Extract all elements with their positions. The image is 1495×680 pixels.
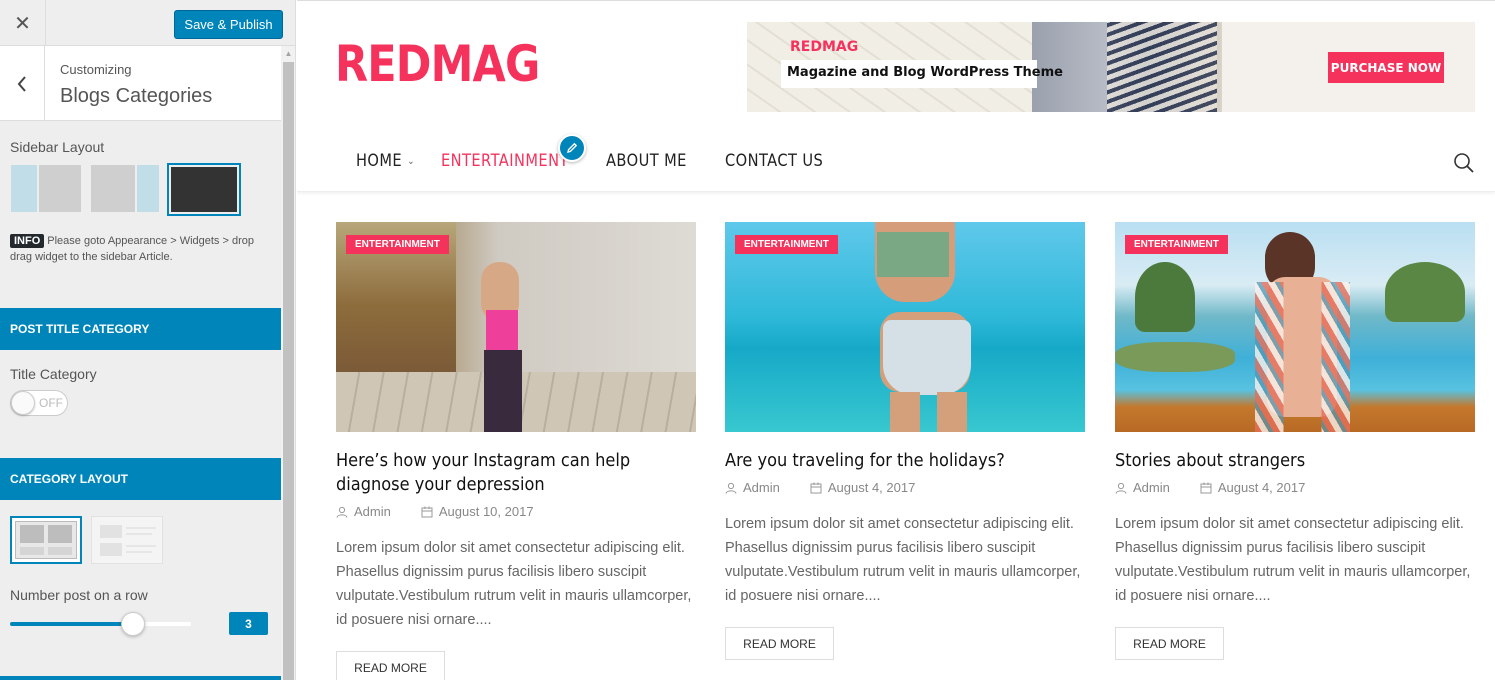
site-preview: REDMAG REDMAG Magazine and Blog WordPres… (297, 0, 1495, 680)
post-excerpt: Lorem ipsum dolor sit amet consectetur a… (336, 540, 692, 628)
post-thumbnail[interactable]: ENTERTAINMENT (725, 222, 1085, 432)
back-button[interactable] (0, 46, 45, 121)
info-message: INFO Please goto Appearance > Widgets > d… (10, 233, 275, 265)
nav-item-label: CONTACT US (725, 151, 824, 171)
user-icon (336, 506, 348, 518)
number-post-label: Number post on a row (10, 587, 148, 603)
nav-item-label: ABOUT ME (606, 151, 687, 171)
post-thumbnail[interactable]: ENTERTAINMENT (336, 222, 696, 432)
customizer-screen: ✕ Save & Publish Customizing Blogs Categ… (0, 0, 1495, 680)
calendar-icon (421, 506, 433, 517)
slider-handle[interactable] (121, 612, 146, 636)
post-excerpt: Lorem ipsum dolor sit amet consectetur a… (725, 516, 1081, 604)
slider-fill (10, 622, 134, 626)
breadcrumb: Customizing (60, 62, 132, 77)
customizer-panel: Customizing Blogs Categories Sidebar Lay… (0, 46, 281, 680)
post-date-wrap: August 10, 2017 (421, 504, 534, 519)
post-title[interactable]: Are you traveling for the holidays? (725, 449, 1085, 473)
section-header: Customizing Blogs Categories (0, 46, 281, 121)
post-author[interactable]: Admin (743, 480, 780, 495)
pencil-icon (567, 142, 578, 153)
layout-option-right-sidebar[interactable] (91, 165, 161, 214)
main-navigation: HOME ⌄ ENTERTAINMENT ABOUT ME CONTACT US (297, 123, 1495, 192)
nav-item-label: HOME (356, 151, 403, 171)
post-title[interactable]: Here’s how your Instagram can help diagn… (336, 449, 696, 497)
post-title[interactable]: Stories about strangers (1115, 449, 1475, 473)
layout-option-no-sidebar[interactable] (167, 163, 241, 216)
toggle-label: OFF (39, 396, 63, 410)
post-meta: Admin August 10, 2017 (336, 504, 534, 519)
post-card: ENTERTAINMENT Are you traveling for the … (725, 222, 1085, 660)
category-layout-heading: CATEGORY LAYOUT (0, 458, 281, 500)
title-category-toggle[interactable]: OFF (10, 390, 68, 416)
purchase-now-button[interactable]: PURCHASE NOW (1328, 52, 1444, 83)
read-more-button[interactable]: READ MORE (725, 627, 834, 660)
post-thumbnail[interactable]: ENTERTAINMENT (1115, 222, 1475, 432)
nav-item-home[interactable]: HOME ⌄ (356, 151, 415, 171)
post-card: ENTERTAINMENT Here’s how your Instagram … (336, 222, 696, 680)
title-category-label: Title Category (10, 366, 97, 382)
banner-bag-image (1107, 22, 1217, 112)
close-icon: ✕ (14, 12, 31, 35)
post-title-category-heading: POST TITLE CATEGORY (0, 308, 281, 350)
scrollbar-thumb[interactable] (283, 62, 294, 680)
toggle-knob (11, 391, 35, 415)
calendar-icon (810, 482, 822, 493)
sidebar-scrollbar[interactable]: ▲ (281, 46, 295, 680)
edit-shortcut-button[interactable] (558, 134, 586, 162)
next-section-heading[interactable] (0, 676, 281, 680)
chevron-left-icon (17, 75, 26, 92)
scroll-up-icon[interactable]: ▲ (281, 46, 295, 60)
post-date-wrap: August 4, 2017 (810, 480, 915, 495)
post-date: August 4, 2017 (1217, 480, 1306, 495)
post-meta: Admin August 4, 2017 (725, 480, 915, 495)
read-more-button[interactable]: READ MORE (1115, 627, 1224, 660)
header-banner-ad[interactable]: REDMAG Magazine and Blog WordPress Theme… (747, 22, 1475, 112)
info-text: Please goto Appearance > Widgets > drop … (10, 235, 254, 263)
post-meta: Admin August 4, 2017 (1115, 480, 1305, 495)
chevron-down-icon: ⌄ (407, 155, 415, 167)
nav-item-about-me[interactable]: ABOUT ME (606, 151, 687, 171)
save-publish-button[interactable]: Save & Publish (174, 10, 283, 39)
post-excerpt: Lorem ipsum dolor sit amet consectetur a… (1115, 516, 1471, 604)
category-badge[interactable]: ENTERTAINMENT (346, 235, 449, 254)
customizer-header: ✕ Save & Publish (0, 0, 295, 46)
sidebar-layout-title: Sidebar Layout (10, 139, 105, 155)
section-title: Blogs Categories (60, 85, 213, 107)
nav-item-entertainment[interactable]: ENTERTAINMENT (441, 151, 569, 171)
post-date-wrap: August 4, 2017 (1200, 480, 1305, 495)
layout-option-left-sidebar[interactable] (11, 165, 81, 214)
nav-item-contact-us[interactable]: CONTACT US (725, 151, 823, 171)
read-more-button[interactable]: READ MORE (336, 651, 445, 680)
category-badge[interactable]: ENTERTAINMENT (735, 235, 838, 254)
customizer-sidebar: ✕ Save & Publish Customizing Blogs Categ… (0, 0, 296, 680)
post-author[interactable]: Admin (354, 504, 391, 519)
close-customizer-button[interactable]: ✕ (0, 0, 46, 46)
post-card: ENTERTAINMENT Stories about strangers Ad… (1115, 222, 1475, 660)
info-badge: INFO (10, 234, 45, 248)
category-layout-list[interactable] (91, 516, 163, 564)
number-post-slider[interactable] (10, 612, 191, 636)
nav-item-label: ENTERTAINMENT (441, 151, 569, 171)
post-date: August 4, 2017 (827, 480, 916, 495)
user-icon (725, 482, 737, 494)
number-post-value: 3 (229, 612, 268, 635)
post-date: August 10, 2017 (438, 504, 534, 519)
calendar-icon (1200, 482, 1212, 493)
search-icon[interactable] (1453, 152, 1475, 174)
user-icon (1115, 482, 1127, 494)
post-author[interactable]: Admin (1133, 480, 1170, 495)
site-logo[interactable]: REDMAG (335, 35, 540, 93)
category-badge[interactable]: ENTERTAINMENT (1125, 235, 1228, 254)
banner-tagline: Magazine and Blog WordPress Theme (787, 65, 1063, 80)
category-layout-grid[interactable] (10, 516, 82, 564)
banner-brand: REDMAG (790, 39, 859, 55)
